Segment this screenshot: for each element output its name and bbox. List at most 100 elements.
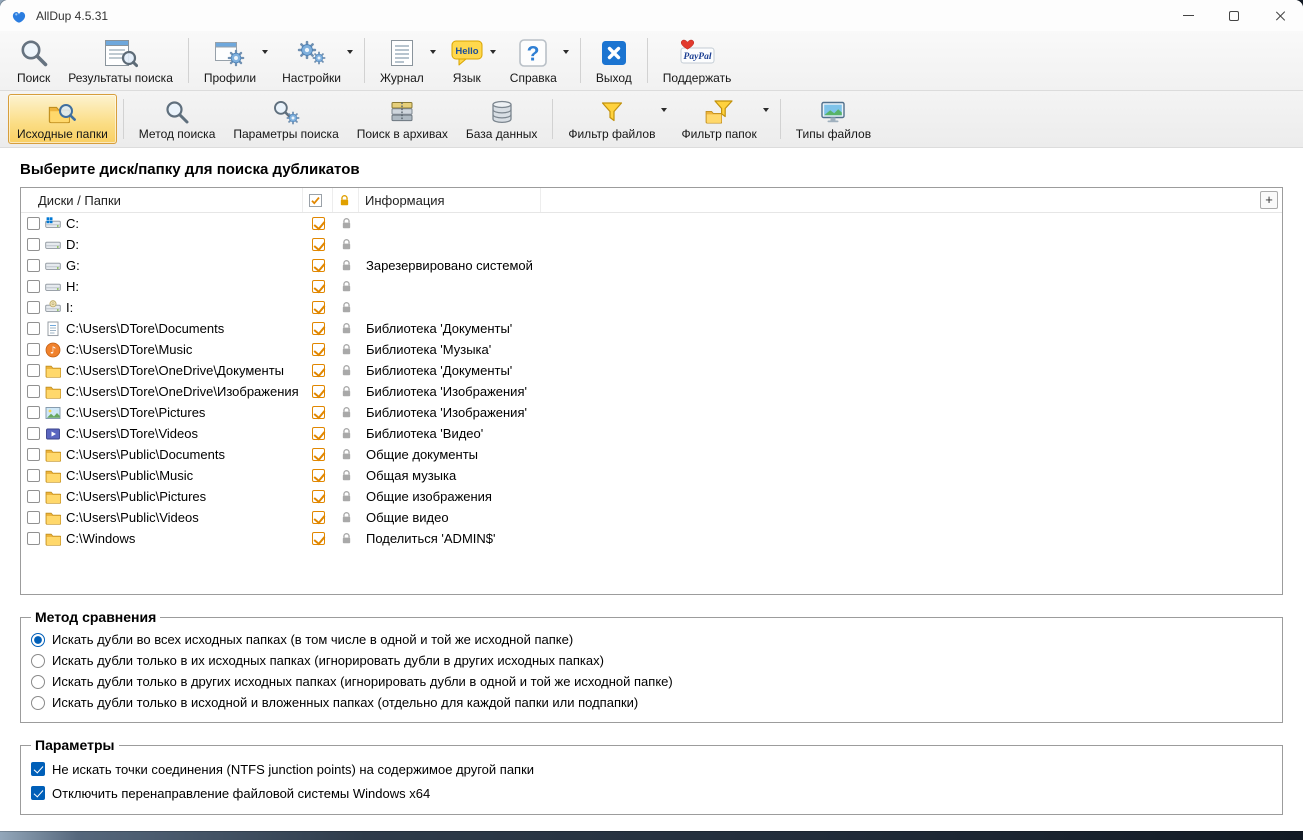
toolbar-button-donate[interactable]: PayPal Поддержать xyxy=(654,33,741,88)
row-checkbox[interactable] xyxy=(27,406,40,419)
row-lock-icon[interactable] xyxy=(341,385,352,398)
toolbar-button-exit[interactable]: Выход xyxy=(587,33,641,88)
row-checkbox[interactable] xyxy=(27,532,40,545)
table-row[interactable]: C:\Users\DTore\Documents Библиотека 'Док… xyxy=(21,318,1282,339)
toolbar-button-profiles[interactable]: Профили xyxy=(195,33,273,88)
row-include-subfolders-checkbox[interactable] xyxy=(311,322,325,335)
dropdown-arrow-icon[interactable] xyxy=(762,108,769,112)
table-row[interactable]: C: xyxy=(21,213,1282,234)
table-row[interactable]: C:\Users\DTore\Music Библиотека 'Музыка' xyxy=(21,339,1282,360)
row-checkbox[interactable] xyxy=(27,259,40,272)
row-include-subfolders-checkbox[interactable] xyxy=(311,301,325,314)
row-include-subfolders-checkbox[interactable] xyxy=(311,280,325,293)
row-checkbox[interactable] xyxy=(27,469,40,482)
row-lock-icon[interactable] xyxy=(341,427,352,440)
row-include-subfolders-checkbox[interactable] xyxy=(311,532,325,545)
radio-button[interactable] xyxy=(31,653,45,668)
row-checkbox[interactable] xyxy=(27,448,40,461)
row-lock-icon[interactable] xyxy=(341,322,352,335)
minimize-button[interactable] xyxy=(1165,0,1211,31)
row-include-subfolders-checkbox[interactable] xyxy=(311,427,325,440)
toolbar-button-database[interactable]: База данных xyxy=(457,94,546,144)
toolbar-button-language[interactable]: Hello Язык xyxy=(441,33,501,88)
row-include-subfolders-checkbox[interactable] xyxy=(311,511,325,524)
add-folder-button[interactable]: + xyxy=(1260,191,1278,209)
row-checkbox[interactable] xyxy=(27,490,40,503)
row-include-subfolders-checkbox[interactable] xyxy=(311,343,325,356)
dropdown-arrow-icon[interactable] xyxy=(262,50,269,54)
comparison-method-option[interactable]: Искать дубли только в исходной и вложенн… xyxy=(31,692,1272,713)
parameter-option[interactable]: Отключить перенаправление файловой систе… xyxy=(31,781,1272,805)
row-checkbox[interactable] xyxy=(27,280,40,293)
row-lock-icon[interactable] xyxy=(341,259,352,272)
maximize-button[interactable] xyxy=(1211,0,1257,31)
row-lock-icon[interactable] xyxy=(341,406,352,419)
toolbar-button-search-method[interactable]: Метод поиска xyxy=(130,94,225,144)
row-checkbox[interactable] xyxy=(27,322,40,335)
table-row[interactable]: H: xyxy=(21,276,1282,297)
row-lock-icon[interactable] xyxy=(341,469,352,482)
comparison-method-option[interactable]: Искать дубли во всех исходных папках (в … xyxy=(31,629,1272,650)
table-row[interactable]: I: xyxy=(21,297,1282,318)
toolbar-button-source-folders[interactable]: Исходные папки xyxy=(8,94,117,144)
table-row[interactable]: C:\Users\Public\Documents Общие документ… xyxy=(21,444,1282,465)
comparison-method-option[interactable]: Искать дубли только в других исходных па… xyxy=(31,671,1272,692)
row-include-subfolders-checkbox[interactable] xyxy=(311,448,325,461)
toolbar-button-search-archives[interactable]: Поиск в архивах xyxy=(348,94,457,144)
row-checkbox[interactable] xyxy=(27,511,40,524)
row-lock-icon[interactable] xyxy=(341,490,352,503)
row-include-subfolders-checkbox[interactable] xyxy=(311,238,325,251)
toolbar-button-journal[interactable]: Журнал xyxy=(371,33,441,88)
table-row[interactable]: C:\Windows Поделиться 'ADMIN$' xyxy=(21,528,1282,549)
row-checkbox[interactable] xyxy=(27,217,40,230)
row-include-subfolders-checkbox[interactable] xyxy=(311,490,325,503)
table-row[interactable]: C:\Users\DTore\OneDrive\Документы Библио… xyxy=(21,360,1282,381)
column-header-info[interactable]: Информация xyxy=(359,188,541,212)
row-checkbox[interactable] xyxy=(27,301,40,314)
row-include-subfolders-checkbox[interactable] xyxy=(311,406,325,419)
comparison-method-option[interactable]: Искать дубли только в их исходных папках… xyxy=(31,650,1272,671)
row-include-subfolders-checkbox[interactable] xyxy=(311,364,325,377)
toolbar-button-help[interactable]: ? Справка xyxy=(501,33,574,88)
row-checkbox[interactable] xyxy=(27,343,40,356)
table-row[interactable]: C:\Users\DTore\Pictures Библиотека 'Изоб… xyxy=(21,402,1282,423)
toolbar-button-search-options[interactable]: Параметры поиска xyxy=(224,94,347,144)
table-row[interactable]: D: xyxy=(21,234,1282,255)
table-row[interactable]: C:\Users\Public\Videos Общие видео xyxy=(21,507,1282,528)
table-row[interactable]: G: Зарезервировано системой xyxy=(21,255,1282,276)
dropdown-arrow-icon[interactable] xyxy=(661,108,668,112)
column-header-subfolders[interactable] xyxy=(303,188,333,212)
toolbar-button-file-types[interactable]: Типы файлов xyxy=(787,94,880,144)
dropdown-arrow-icon[interactable] xyxy=(489,50,496,54)
row-checkbox[interactable] xyxy=(27,385,40,398)
row-include-subfolders-checkbox[interactable] xyxy=(311,217,325,230)
dropdown-arrow-icon[interactable] xyxy=(562,50,569,54)
toolbar-button-settings[interactable]: Настройки xyxy=(273,33,358,88)
radio-button[interactable] xyxy=(31,674,45,689)
row-lock-icon[interactable] xyxy=(341,343,352,356)
close-button[interactable] xyxy=(1257,0,1303,31)
parameter-option[interactable]: Не искать точки соединения (NTFS junctio… xyxy=(31,757,1272,781)
dropdown-arrow-icon[interactable] xyxy=(346,50,353,54)
toolbar-button-search[interactable]: Поиск xyxy=(8,33,59,88)
radio-button[interactable] xyxy=(31,695,45,710)
table-row[interactable]: C:\Users\DTore\Videos Библиотека 'Видео' xyxy=(21,423,1282,444)
checkbox[interactable] xyxy=(31,786,45,800)
toolbar-button-search-results[interactable]: Результаты поиска xyxy=(59,33,182,88)
row-include-subfolders-checkbox[interactable] xyxy=(311,385,325,398)
row-lock-icon[interactable] xyxy=(341,532,352,545)
toolbar-button-folder-filter[interactable]: Фильтр папок xyxy=(672,94,773,144)
row-lock-icon[interactable] xyxy=(341,448,352,461)
row-lock-icon[interactable] xyxy=(341,280,352,293)
table-row[interactable]: C:\Users\Public\Pictures Общие изображен… xyxy=(21,486,1282,507)
table-row[interactable]: C:\Users\DTore\OneDrive\Изображения Библ… xyxy=(21,381,1282,402)
toolbar-button-file-filter[interactable]: Фильтр файлов xyxy=(559,94,672,144)
row-lock-icon[interactable] xyxy=(341,301,352,314)
row-checkbox[interactable] xyxy=(27,238,40,251)
dropdown-arrow-icon[interactable] xyxy=(429,50,436,54)
row-lock-icon[interactable] xyxy=(341,511,352,524)
column-header-folders[interactable]: Диски / Папки xyxy=(21,188,303,212)
row-lock-icon[interactable] xyxy=(341,217,352,230)
row-include-subfolders-checkbox[interactable] xyxy=(311,259,325,272)
table-row[interactable]: C:\Users\Public\Music Общая музыка xyxy=(21,465,1282,486)
